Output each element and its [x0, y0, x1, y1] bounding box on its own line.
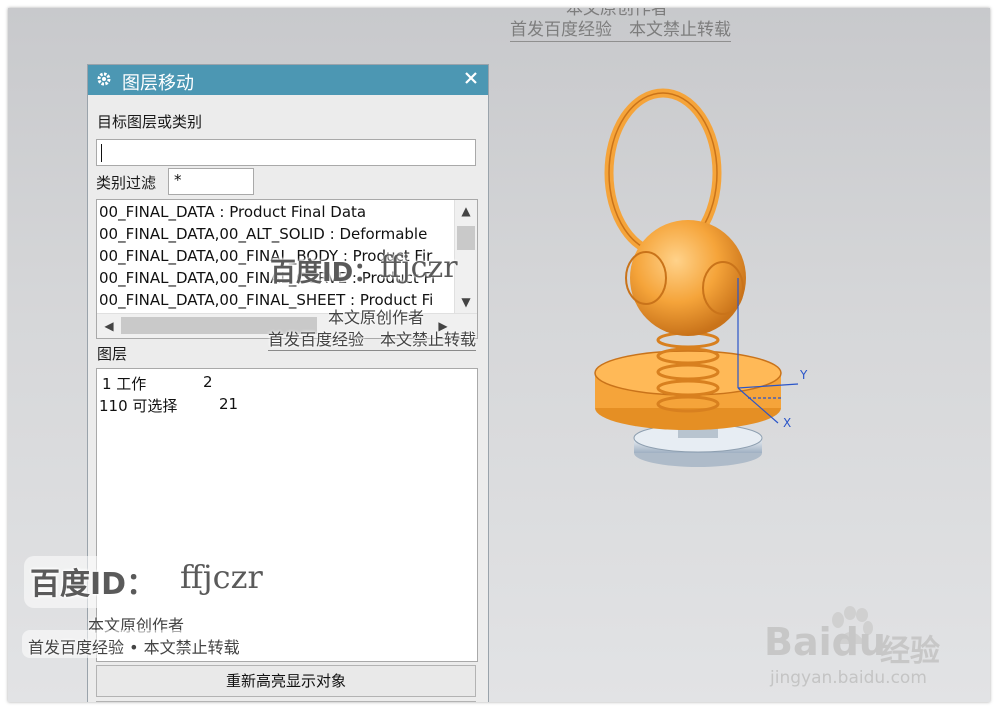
layer-row-name[interactable]: 1 工作 [102, 373, 146, 394]
axis-x-label: X [783, 416, 792, 430]
dialog-title: 图层移动 [122, 73, 194, 94]
target-layer-input[interactable] [96, 139, 476, 166]
watermark-mid-name: ffjczr [380, 250, 458, 285]
layer-row-count: 2 [203, 373, 213, 391]
text-caret [101, 144, 102, 162]
category-filter-label: 类别过滤 [96, 174, 157, 192]
category-filter-value: * [174, 171, 182, 189]
watermark-mid-notice: 首发百度经验 本文禁止转载 [268, 326, 477, 351]
rehighlight-objects-button[interactable]: 重新高亮显示对象 [96, 665, 476, 697]
dialog-titlebar[interactable]: 图层移动 [88, 65, 488, 95]
layer-row-count: 21 [219, 395, 239, 413]
graphics-viewport[interactable] [568, 78, 828, 498]
watermark-mid-id: 百度ID： [270, 258, 380, 288]
chevron-left-icon[interactable]: ◀ [101, 318, 117, 334]
target-layer-label: 目标图层或类别 [97, 113, 203, 131]
axis-y-label: Y [800, 368, 808, 382]
chevron-down-icon[interactable]: ▼ [458, 294, 474, 310]
close-icon[interactable] [463, 70, 479, 86]
list-item[interactable]: 00_FINAL_DATA : Product Final Data [99, 201, 451, 223]
application-window: Y X 本文原创作者 首发百度经验 本文禁止转载 图层移动 目标图层或类别 类别… [8, 8, 990, 702]
layers-label: 图层 [97, 345, 128, 363]
dialog-button-partial[interactable] [96, 701, 476, 702]
watermark-mid-author: 本文原创作者 [328, 308, 425, 327]
watermark-top-notice: 首发百度经验 本文禁止转载 [510, 15, 731, 42]
baidu-url: jingyan.baidu.com [770, 668, 927, 688]
gear-icon[interactable] [96, 71, 112, 87]
list-item[interactable]: 00_FINAL_DATA,00_ALT_SOLID : Deformable [99, 223, 451, 245]
watermark-left-id: 百度ID： [30, 567, 157, 602]
watermark-left-name: ffjczr [180, 558, 263, 596]
watermark-left-notice: 首发百度经验 • 本文禁止转载 [28, 638, 240, 657]
chevron-up-icon[interactable]: ▲ [458, 203, 474, 219]
baidu-jingyan: 经验 [880, 634, 940, 669]
ball-knob [630, 220, 746, 336]
baidu-brand: Baidu [764, 620, 886, 664]
category-filter-input[interactable]: * [168, 168, 254, 195]
scroll-thumb[interactable] [457, 226, 475, 250]
layer-row-name[interactable]: 110 可选择 [99, 395, 177, 416]
